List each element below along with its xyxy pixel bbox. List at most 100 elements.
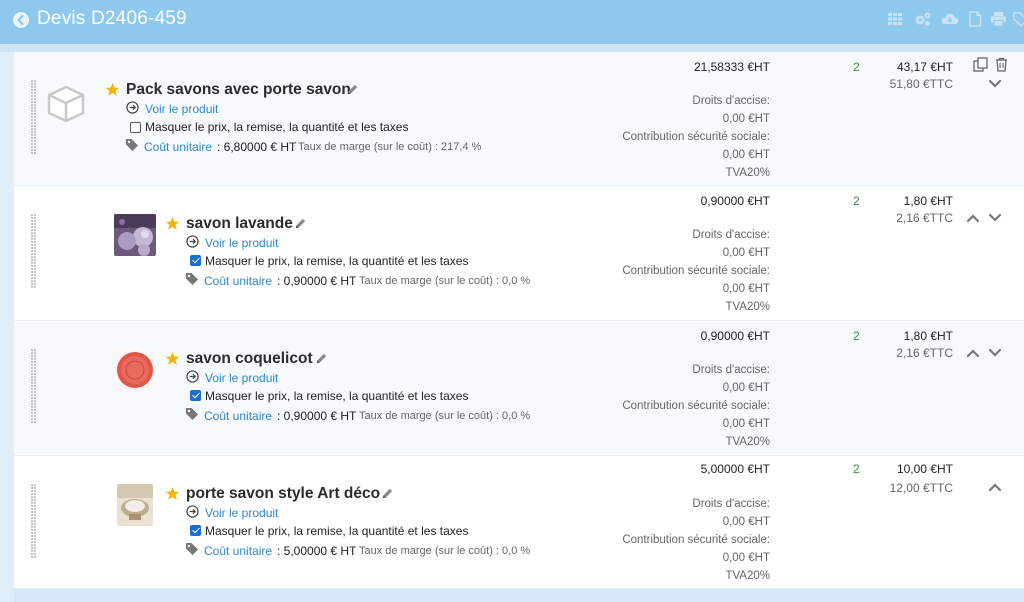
grip-dot <box>31 364 33 366</box>
poppy-soap-photo <box>114 349 156 391</box>
grip-dot <box>31 361 33 363</box>
trash-icon[interactable] <box>994 57 1009 72</box>
gears-icon[interactable] <box>914 11 931 27</box>
grip-dot <box>34 535 36 537</box>
grip-dot <box>31 235 33 237</box>
grip-dot <box>34 122 36 124</box>
hide-price-checkbox[interactable] <box>190 390 201 401</box>
grip-dot <box>34 140 36 142</box>
grip-dot <box>34 499 36 501</box>
total-ttc: 51,80 €TTC <box>889 77 953 91</box>
back-arrow-icon[interactable] <box>13 12 29 28</box>
grip-dot <box>34 83 36 85</box>
edit-pencil-icon[interactable] <box>381 487 394 500</box>
grip-dot <box>31 98 33 100</box>
grip-dot <box>31 116 33 118</box>
view-product-link[interactable]: Voir le produit <box>205 236 278 250</box>
grip-dot <box>34 217 36 219</box>
grip-dot <box>34 131 36 133</box>
grip-dot <box>34 529 36 531</box>
grip-dot <box>31 379 33 381</box>
edit-pencil-icon[interactable] <box>315 352 328 365</box>
grip-dot <box>34 541 36 543</box>
vat-rate: TVA20% <box>725 167 770 179</box>
hide-price-checkbox[interactable] <box>130 122 141 133</box>
grip-dot <box>31 511 33 513</box>
unit-cost-label[interactable]: Coût unitaire <box>204 274 272 288</box>
grip-dot <box>31 484 33 486</box>
grip-dot <box>34 409 36 411</box>
grid-icon[interactable] <box>887 11 903 27</box>
grip-dot <box>34 101 36 103</box>
grip-dot <box>31 125 33 127</box>
view-product-link[interactable]: Voir le produit <box>205 506 278 520</box>
grip-dot <box>34 556 36 558</box>
grip-dot <box>34 110 36 112</box>
grip-dot <box>34 517 36 519</box>
drag-handle[interactable] <box>31 214 37 289</box>
chevron-down-icon[interactable] <box>988 213 1002 223</box>
quantity: 2 <box>853 60 860 74</box>
edit-pencil-icon[interactable] <box>346 83 359 96</box>
grip-dot <box>31 421 33 423</box>
unit-cost-label[interactable]: Coût unitaire <box>204 544 272 558</box>
grip-dot <box>31 403 33 405</box>
lavender-soap-photo <box>114 214 156 256</box>
grip-dot <box>34 412 36 414</box>
grip-dot <box>31 550 33 552</box>
drag-handle[interactable] <box>31 484 37 559</box>
unit-cost-label[interactable]: Coût unitaire <box>144 140 212 154</box>
grip-dot <box>34 143 36 145</box>
star-icon[interactable] <box>165 351 180 366</box>
grip-dot <box>31 493 33 495</box>
quote-line-poppy: savon coquelicot Voir le produit Masquer… <box>14 322 1024 456</box>
hide-price-checkbox[interactable] <box>190 255 201 266</box>
grip-dot <box>31 532 33 534</box>
grip-dot <box>31 388 33 390</box>
grip-dot <box>34 220 36 222</box>
grip-dot <box>31 226 33 228</box>
hide-price-checkbox[interactable] <box>190 525 201 536</box>
view-product-link[interactable]: Voir le produit <box>145 102 218 116</box>
edit-pencil-icon[interactable] <box>294 217 307 230</box>
star-icon[interactable] <box>165 486 180 501</box>
view-product-link[interactable]: Voir le produit <box>205 371 278 385</box>
document-icon[interactable] <box>968 11 984 27</box>
arrow-right-circle-icon <box>126 101 139 114</box>
grip-dot <box>34 283 36 285</box>
total-ht: 10,00 €HT <box>896 462 953 476</box>
drag-handle[interactable] <box>31 349 37 424</box>
grip-dot <box>34 265 36 267</box>
grip-dot <box>31 250 33 252</box>
grip-dot <box>34 268 36 270</box>
grip-dot <box>31 244 33 246</box>
grip-dot <box>34 508 36 510</box>
arrow-right-circle-icon <box>186 505 199 518</box>
cloud-download-icon[interactable] <box>941 11 959 27</box>
chevron-down-icon[interactable] <box>988 79 1002 89</box>
chevron-up-icon[interactable] <box>966 213 980 223</box>
star-icon[interactable] <box>165 216 180 231</box>
grip-dot <box>31 253 33 255</box>
quantity: 2 <box>853 329 860 343</box>
chevron-up-icon[interactable] <box>966 348 980 358</box>
duplicate-icon[interactable] <box>973 57 988 72</box>
chevron-down-icon[interactable] <box>988 348 1002 358</box>
grip-dot <box>31 517 33 519</box>
grip-dot <box>34 400 36 402</box>
grip-dot <box>31 526 33 528</box>
quote-line-soap-dish: porte savon style Art déco Voir le produ… <box>14 457 1024 589</box>
unit-cost-label[interactable]: Coût unitaire <box>204 409 272 423</box>
drag-handle[interactable] <box>31 80 37 155</box>
product-box-icon <box>47 85 85 123</box>
chevron-up-icon[interactable] <box>988 482 1002 492</box>
grip-dot <box>31 382 33 384</box>
grip-dot <box>34 80 36 82</box>
grip-dot <box>31 406 33 408</box>
grip-dot <box>34 226 36 228</box>
print-icon[interactable] <box>990 11 1006 27</box>
grip-dot <box>31 370 33 372</box>
star-icon[interactable] <box>105 82 120 97</box>
grip-dot <box>31 113 33 115</box>
tag-icon[interactable] <box>1013 11 1024 27</box>
